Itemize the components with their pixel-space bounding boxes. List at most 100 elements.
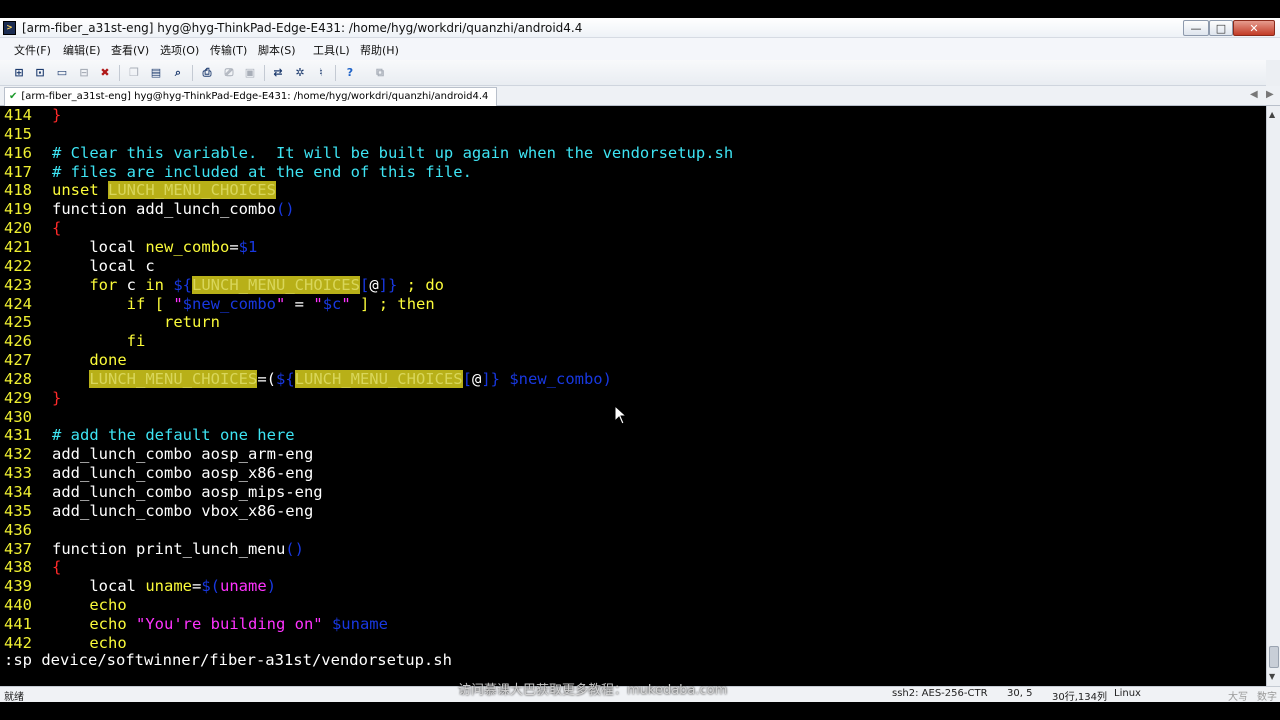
help-icon[interactable]: ? [342, 65, 358, 81]
code-token: { [52, 558, 62, 577]
scroll-down-icon[interactable]: ▼ [1269, 672, 1275, 681]
menu-edit[interactable]: 编辑(E) [63, 42, 101, 58]
code-token: } [52, 106, 62, 124]
terminal-line: 418 unset LUNCH_MENU_CHOICES [4, 181, 276, 200]
code-token: " [173, 294, 183, 313]
terminal-line: 426 fi [4, 332, 145, 351]
print-setup-icon[interactable]: ⎚ [221, 65, 237, 81]
connected-check-icon: ✔ [9, 91, 18, 102]
settings-icon[interactable]: ✲ [292, 65, 308, 81]
line-number: 440 [4, 596, 32, 615]
terminal-line: 414} [4, 106, 61, 125]
code-token: fi [52, 332, 146, 351]
code-token: if [ [52, 294, 174, 313]
print-icon[interactable]: ⎙ [199, 65, 215, 81]
code-token: " [341, 294, 351, 313]
line-number: 433 [4, 464, 32, 483]
sftp-icon[interactable]: ⇄ [270, 65, 286, 81]
code-token: @ [471, 369, 482, 388]
scroll-up-icon[interactable]: ▲ [1269, 110, 1275, 119]
code-token: new_combo [145, 237, 230, 256]
line-number: 441 [4, 614, 32, 633]
code-token: "You're building on" [136, 614, 332, 633]
line-number: 422 [4, 256, 32, 275]
paste-icon[interactable]: ▤ [148, 65, 164, 81]
line-number: 416 [4, 143, 32, 162]
reconnect-icon[interactable]: ▭ [54, 65, 70, 81]
line-number: 434 [4, 483, 32, 501]
terminal-line: 430 [4, 408, 52, 427]
title-bar: > [arm-fiber_a31st-eng] hyg@hyg-ThinkPad… [0, 18, 1280, 38]
toolbar-separator [264, 65, 265, 81]
copy-icon[interactable]: ❐ [126, 65, 142, 81]
open-session-icon[interactable]: ⊡ [32, 65, 48, 81]
find-icon[interactable]: ⌕ [170, 65, 186, 81]
menu-file[interactable]: 文件(F) [14, 42, 51, 58]
code-token: ; do [397, 275, 445, 294]
code-token: LUNCH_MENU_CHOICES [192, 275, 360, 294]
terminal-line: 434 add_lunch_combo aosp_mips-eng [4, 483, 323, 502]
code-token: ]} $new_combo) [481, 369, 612, 388]
terminal-line: 436 [4, 521, 52, 540]
terminal-line: 416 # Clear this variable. It will be bui… [4, 144, 733, 163]
close-button[interactable]: ✕ [1233, 20, 1275, 36]
terminal-line: 421 local new_combo=$1 [4, 238, 257, 257]
close-session-icon[interactable]: ✖ [97, 65, 113, 81]
code-token: [ [359, 275, 370, 294]
code-token: @ [369, 275, 379, 294]
tab-scroll-left-icon[interactable]: ◀ [1250, 89, 1258, 100]
terminal-line: 441 echo "You're building on" $uname [4, 615, 388, 634]
scrollbar-thumb[interactable] [1269, 646, 1279, 668]
disconnect-icon[interactable]: ⊟ [76, 65, 92, 81]
code-token: [ [462, 369, 472, 388]
print-screen-icon[interactable]: ▣ [242, 65, 258, 81]
code-token: $c [322, 294, 342, 313]
minimize-button[interactable]: — [1183, 20, 1209, 36]
code-token: add_lunch_combo vbox_x86-eng [52, 501, 314, 520]
line-number: 430 [4, 407, 32, 426]
securecrt-app-icon[interactable]: > [3, 21, 16, 35]
tab-scroll-right-icon[interactable]: ▶ [1266, 89, 1274, 100]
menu-options[interactable]: 选项(O) [160, 42, 199, 58]
code-token: echo [52, 614, 136, 633]
menu-script[interactable]: 脚本(S) [258, 42, 296, 58]
session-tab-bar: ✔ [arm-fiber_a31st-eng] hyg@hyg-ThinkPad-… [0, 86, 1280, 106]
code-token: done [52, 351, 127, 370]
vim-command-line[interactable]: :sp device/softwinner/fiber-a31st/vendor… [4, 651, 452, 670]
menu-tools[interactable]: 工具(L) [313, 42, 350, 58]
status-num-lock: 数字 [1257, 692, 1277, 703]
new-session-icon[interactable]: ⊞ [11, 65, 27, 81]
code-token: ]} [378, 275, 398, 294]
code-token: uname [220, 577, 267, 596]
menu-view[interactable]: 查看(V) [111, 42, 149, 58]
status-os: Linux [1114, 688, 1141, 699]
menu-help[interactable]: 帮助(H) [360, 42, 399, 58]
terminal-line: 422 local c [4, 257, 155, 276]
screenshot-icon[interactable]: ⧉ [372, 65, 388, 81]
code-token: $1 [238, 237, 258, 256]
line-number: 418 [4, 181, 32, 200]
line-number: 432 [4, 445, 32, 464]
line-number: 435 [4, 501, 32, 520]
session-tab[interactable]: ✔ [arm-fiber_a31st-eng] hyg@hyg-ThinkPad-… [4, 87, 498, 106]
code-token: add_lunch_combo aosp_arm-eng [52, 445, 314, 464]
line-number: 426 [4, 332, 32, 351]
code-token: # add the default one here [52, 426, 295, 445]
line-number: 442 [4, 633, 32, 652]
keymap-icon[interactable]: ♮ [313, 65, 329, 81]
menu-transfer[interactable]: 传输(T) [210, 42, 247, 58]
terminal-line: 438 { [4, 558, 61, 577]
terminal-view[interactable]: :sp device/softwinner/fiber-a31st/vendor… [0, 106, 1266, 686]
code-token: () [275, 200, 295, 219]
terminal-line: 439 local uname=$(uname) [4, 577, 276, 596]
terminal-scrollbar[interactable]: ▲ ▼ [1266, 106, 1280, 686]
terminal-line: 437 function print_lunch_menu() [4, 540, 304, 559]
code-token: $new_combo [182, 294, 276, 313]
code-token: $uname [331, 614, 388, 633]
terminal-line: 419 function add_lunch_combo() [4, 200, 295, 219]
code-token: " [276, 294, 286, 313]
line-number: 431 [4, 426, 32, 445]
code-token: add_lunch_combo aosp_mips-eng [52, 483, 323, 501]
terminal-line: 424 if [ "$new_combo" = "$c" ] ; then [4, 295, 435, 314]
maximize-button[interactable]: □ [1209, 20, 1233, 36]
